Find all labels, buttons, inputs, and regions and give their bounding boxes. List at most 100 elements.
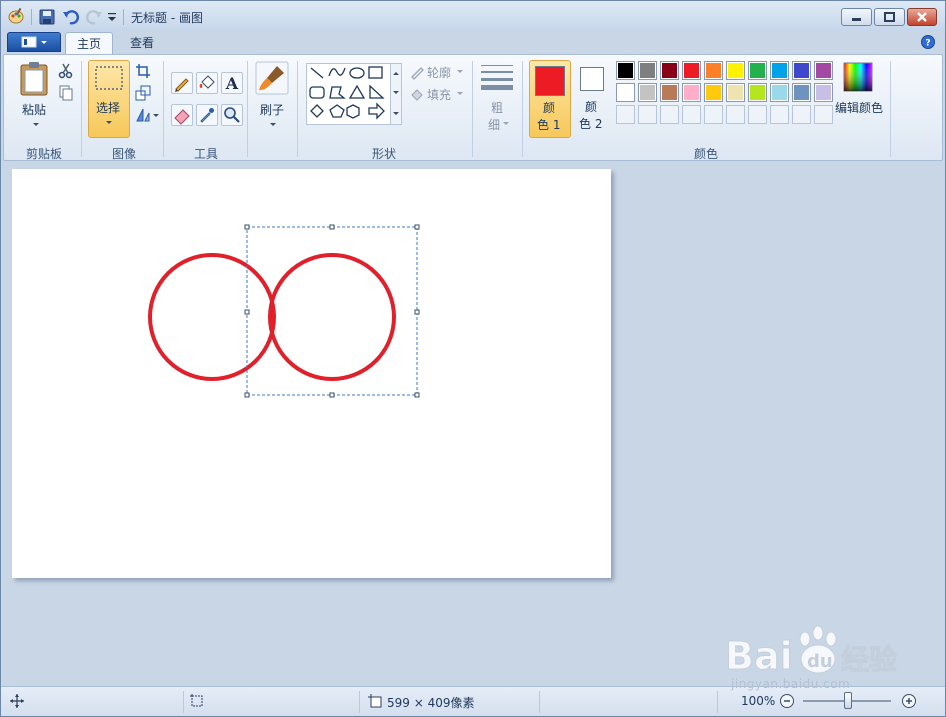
palette-swatch[interactable] [748,83,767,102]
color-picker-tool[interactable] [196,104,218,126]
palette-swatch[interactable] [814,83,833,102]
shapes-gallery-scroll[interactable] [390,64,401,124]
close-button[interactable] [907,8,937,26]
rotate-dropdown-icon[interactable] [153,114,159,117]
palette-swatch[interactable] [792,83,811,102]
zoom-slider-thumb[interactable] [844,692,852,709]
canvas-drawing[interactable] [12,169,611,578]
copy-icon[interactable] [58,85,74,101]
edit-colors-icon[interactable] [843,62,873,92]
palette-custom-slot[interactable] [726,105,745,124]
palette-swatch-fill [794,85,809,100]
palette-swatch[interactable] [638,83,657,102]
palette-swatch[interactable] [770,61,789,80]
palette-custom-slot[interactable] [682,105,701,124]
palette-swatch[interactable] [616,83,635,102]
size-label-thick[interactable]: 粗 [491,99,503,116]
edit-colors-label[interactable]: 编辑颜色 [835,99,883,116]
palette-swatch[interactable] [616,61,635,80]
scroll-down-icon[interactable] [393,91,399,94]
drawing-canvas[interactable] [12,169,611,578]
undo-icon[interactable] [62,8,80,26]
palette-swatch[interactable] [660,83,679,102]
help-icon[interactable]: ? [921,35,935,49]
cut-icon[interactable] [58,63,74,79]
palette-custom-slot[interactable] [704,105,723,124]
shapes-gallery[interactable] [306,63,402,125]
group-separator [890,61,891,157]
eraser-tool[interactable] [171,104,193,126]
palette-custom-slot[interactable] [792,105,811,124]
zoom-in-icon[interactable] [901,693,917,709]
size-label-thin[interactable]: 细 [488,116,500,133]
brush-icon[interactable] [255,61,289,95]
palette-swatch[interactable] [726,61,745,80]
fill-icon[interactable] [409,86,425,102]
select-button[interactable]: 选择 [88,60,130,138]
brushes-dropdown-icon[interactable] [270,123,276,126]
paste-dropdown-icon[interactable] [33,123,39,126]
fill-tool[interactable] [196,72,218,94]
paint-app-icon[interactable] [7,7,25,25]
outline-icon[interactable] [409,64,425,80]
crop-icon[interactable] [135,63,151,79]
palette-custom-slot[interactable] [616,105,635,124]
color1-button[interactable]: 颜 色 1 [529,60,571,138]
palette-swatch[interactable] [726,83,745,102]
rotate-icon[interactable] [135,107,151,123]
palette-swatch[interactable] [638,61,657,80]
palette-swatch[interactable] [814,61,833,80]
redo-icon[interactable] [85,8,103,26]
palette-swatch[interactable] [682,83,701,102]
selection-handle[interactable] [414,309,420,315]
palette-swatch[interactable] [770,83,789,102]
drawn-circle-right[interactable] [268,253,396,381]
resize-icon[interactable] [135,85,151,101]
selection-handle[interactable] [329,224,335,230]
size-dropdown-icon[interactable] [503,122,509,125]
selection-handle[interactable] [329,392,335,398]
outline-button-label[interactable]: 轮廓 [427,64,451,81]
selection-handle[interactable] [414,392,420,398]
palette-custom-slot[interactable] [638,105,657,124]
text-tool[interactable]: A [221,72,243,94]
color2-button[interactable]: 颜 色 2 [575,60,613,138]
tab-home[interactable]: 主页 [65,32,113,55]
minimize-button[interactable] [841,8,872,26]
save-icon[interactable] [39,9,55,25]
fill-button-label[interactable]: 填充 [427,86,451,103]
palette-swatch[interactable] [704,83,723,102]
svg-text:?: ? [925,39,930,49]
paste-button-label[interactable]: 粘贴 [22,101,46,118]
group-separator [522,61,523,157]
paint-menu-button[interactable] [7,32,61,52]
canvas-workspace[interactable] [3,162,943,685]
palette-swatch[interactable] [660,61,679,80]
palette-custom-slot[interactable] [660,105,679,124]
palette-custom-slot[interactable] [770,105,789,124]
outline-dropdown-icon[interactable] [457,70,463,73]
customize-quick-access-icon[interactable] [107,11,117,23]
pencil-tool[interactable] [171,72,193,94]
selection-handle[interactable] [244,224,250,230]
palette-swatch[interactable] [682,61,701,80]
selection-handle[interactable] [244,309,250,315]
selection-handle[interactable] [414,224,420,230]
palette-swatch[interactable] [748,61,767,80]
palette-swatch[interactable] [704,61,723,80]
palette-custom-slot[interactable] [748,105,767,124]
tab-view[interactable]: 查看 [119,32,165,54]
palette-swatch[interactable] [792,61,811,80]
brushes-button-label[interactable]: 刷子 [260,101,284,118]
line-width-icon[interactable] [480,62,514,92]
magnifier-tool[interactable] [221,104,243,126]
scroll-up-icon[interactable] [393,72,399,75]
selection-handle[interactable] [244,392,250,398]
paste-icon[interactable] [18,61,50,97]
palette-custom-slot[interactable] [814,105,833,124]
drawn-circle-left[interactable] [148,253,276,381]
zoom-out-icon[interactable] [779,693,795,709]
fill-dropdown-icon[interactable] [457,92,463,95]
restore-button[interactable] [874,8,905,26]
gallery-expand-icon[interactable] [393,112,399,115]
